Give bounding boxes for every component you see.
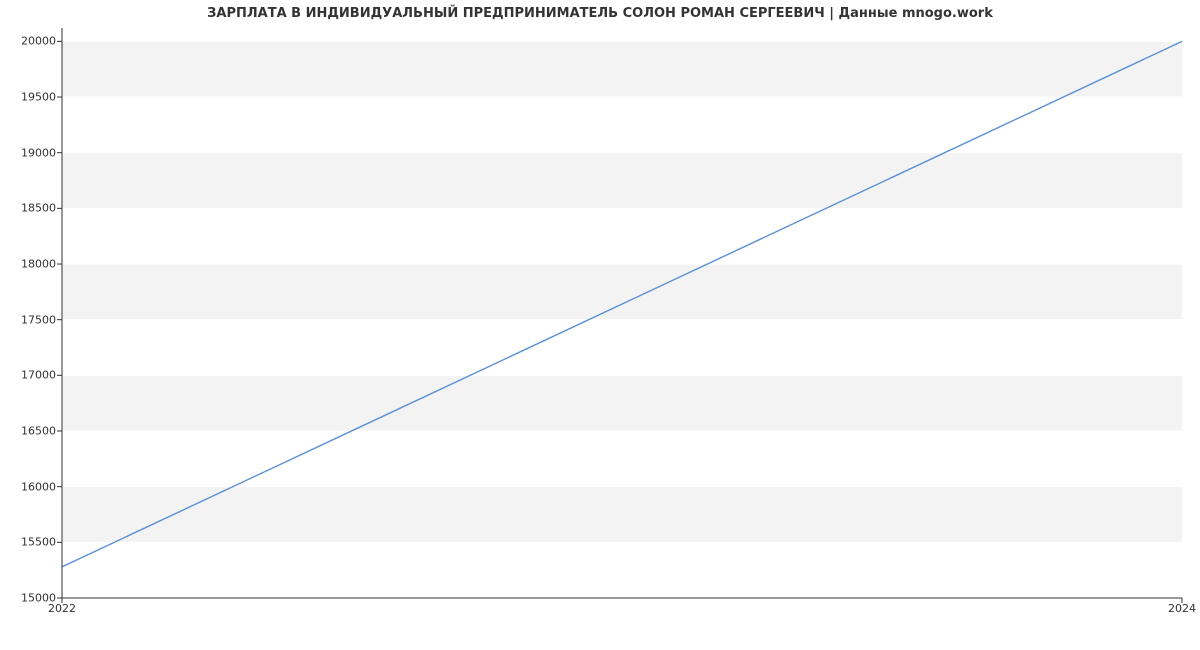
y-tick-label: 16500 bbox=[6, 425, 56, 438]
y-tick-label: 15500 bbox=[6, 536, 56, 549]
y-tick-label: 18000 bbox=[6, 258, 56, 271]
salary-line-chart: ЗАРПЛАТА В ИНДИВИДУАЛЬНЫЙ ПРЕДПРИНИМАТЕЛ… bbox=[0, 0, 1200, 650]
y-tick-label: 19000 bbox=[6, 146, 56, 159]
y-tick-label: 18500 bbox=[6, 202, 56, 215]
y-tick-label: 17000 bbox=[6, 369, 56, 382]
x-tick-label: 2022 bbox=[48, 602, 76, 615]
y-tick-label: 20000 bbox=[6, 35, 56, 48]
y-tick-label: 19500 bbox=[6, 91, 56, 104]
y-tick-label: 16000 bbox=[6, 480, 56, 493]
y-tick-label: 17500 bbox=[6, 313, 56, 326]
plot-area bbox=[62, 28, 1182, 598]
chart-title: ЗАРПЛАТА В ИНДИВИДУАЛЬНЫЙ ПРЕДПРИНИМАТЕЛ… bbox=[0, 6, 1200, 21]
x-tick-label: 2024 bbox=[1168, 602, 1196, 615]
